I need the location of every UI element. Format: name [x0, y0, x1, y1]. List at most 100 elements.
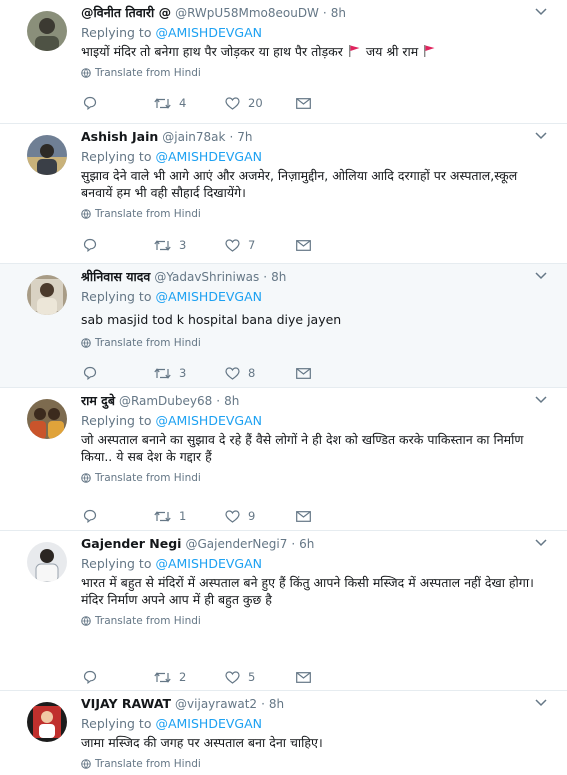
user-avatar[interactable]: [27, 11, 67, 51]
translate-link[interactable]: Translate from Hindi: [81, 757, 549, 771]
timestamp[interactable]: 8h: [331, 6, 346, 20]
envelope-icon: [296, 671, 311, 683]
replying-to: Replying to @AMISHDEVGAN: [81, 413, 549, 429]
like-button[interactable]: 20: [225, 96, 296, 110]
reply-button[interactable]: [83, 509, 154, 523]
chevron-down-icon[interactable]: [535, 539, 547, 547]
translate-label: Translate from Hindi: [95, 208, 201, 220]
tweet-text-line: जो अस्पताल बनाने का सुझाव दे रहे हैं वैस…: [81, 432, 524, 464]
retweet-icon: [154, 671, 171, 683]
retweet-button[interactable]: 3: [154, 238, 225, 252]
separator-dot: ·: [322, 6, 327, 20]
retweet-count: 1: [179, 509, 187, 523]
user-avatar[interactable]: [27, 702, 67, 742]
user-handle[interactable]: @jain78ak: [162, 130, 225, 144]
like-button[interactable]: 7: [225, 238, 296, 252]
tweet-text-line: सुझाव देने वाले भी आगे आएं और अजमेर, निज…: [81, 168, 518, 200]
translate-link[interactable]: Translate from Hindi: [81, 66, 549, 80]
timestamp[interactable]: 6h: [299, 537, 314, 551]
translate-link[interactable]: Translate from Hindi: [81, 471, 549, 485]
user-handle[interactable]: @YadavShriniwas: [154, 270, 259, 284]
separator-dot: ·: [263, 270, 268, 284]
message-button[interactable]: [296, 239, 316, 251]
retweet-button[interactable]: 3: [154, 366, 225, 380]
translate-label: Translate from Hindi: [95, 472, 201, 484]
tweet-text-line: जामा मस्जिद की जगह पर अस्पताल बना देना च…: [81, 735, 323, 750]
timestamp[interactable]: 8h: [269, 697, 284, 711]
display-name[interactable]: श्रीनिवास यादव: [81, 269, 150, 284]
mention-link[interactable]: @AMISHDEVGAN: [155, 716, 262, 731]
tweet[interactable]: Ashish Jain @jain78ak · 7h Replying to @…: [0, 124, 567, 264]
retweet-button[interactable]: 4: [154, 96, 225, 110]
user-avatar[interactable]: [27, 399, 67, 439]
display-name[interactable]: Ashish Jain: [81, 129, 158, 144]
tweet-text: सुझाव देने वाले भी आगे आएं और अजमेर, निज…: [81, 167, 549, 201]
tweet[interactable]: Gajender Negi @GajenderNegi7 · 6h Replyi…: [0, 531, 567, 691]
translate-link[interactable]: Translate from Hindi: [81, 614, 549, 628]
mention-link[interactable]: @AMISHDEVGAN: [155, 556, 262, 571]
display-name[interactable]: @विनीत तिवारी @: [81, 5, 171, 20]
display-name[interactable]: Gajender Negi: [81, 536, 181, 551]
message-button[interactable]: [296, 97, 316, 109]
tweet-header: Gajender Negi @GajenderNegi7 · 6h: [81, 536, 549, 552]
translate-link[interactable]: Translate from Hindi: [81, 336, 549, 350]
user-avatar[interactable]: [27, 275, 67, 315]
reply-button[interactable]: [83, 366, 154, 380]
mention-link[interactable]: @AMISHDEVGAN: [155, 413, 262, 428]
like-button[interactable]: 8: [225, 366, 296, 380]
reply-icon: [83, 238, 97, 252]
reply-button[interactable]: [83, 238, 154, 252]
envelope-icon: [296, 510, 311, 522]
chevron-down-icon[interactable]: [535, 396, 547, 404]
reply-button[interactable]: [83, 96, 154, 110]
replying-to-label: Replying to: [81, 716, 152, 731]
tweet[interactable]: @विनीत तिवारी @ @RWpU58Mmo8eouDW · 8h Re…: [0, 0, 567, 124]
translate-label: Translate from Hindi: [95, 67, 201, 79]
display-name[interactable]: राम दुबे: [81, 393, 115, 408]
separator-dot: ·: [216, 394, 221, 408]
user-handle[interactable]: @vijayrawat2: [175, 697, 257, 711]
reply-button[interactable]: [83, 670, 154, 684]
user-handle[interactable]: @RamDubey68: [119, 394, 212, 408]
display-name[interactable]: VIJAY RAWAT: [81, 696, 171, 711]
message-button[interactable]: [296, 510, 316, 522]
user-handle[interactable]: @RWpU58Mmo8eouDW: [175, 6, 319, 20]
mention-link[interactable]: @AMISHDEVGAN: [155, 289, 262, 304]
translate-label: Translate from Hindi: [95, 337, 201, 349]
flag-icon: [424, 45, 435, 57]
user-avatar[interactable]: [27, 542, 67, 582]
message-button[interactable]: [296, 367, 316, 379]
like-button[interactable]: 5: [225, 670, 296, 684]
timestamp[interactable]: 8h: [271, 270, 286, 284]
chevron-down-icon[interactable]: [535, 132, 547, 140]
chevron-down-icon[interactable]: [535, 272, 547, 280]
replying-to-label: Replying to: [81, 289, 152, 304]
like-button[interactable]: 9: [225, 509, 296, 523]
retweet-button[interactable]: 1: [154, 509, 225, 523]
user-handle[interactable]: @GajenderNegi7: [185, 537, 287, 551]
like-count: 8: [248, 366, 256, 380]
message-button[interactable]: [296, 671, 316, 683]
tweet-header: VIJAY RAWAT @vijayrawat2 · 8h: [81, 696, 549, 712]
tweet-text-line: sab masjid tod k hospital bana diye jaye…: [81, 312, 342, 327]
mention-link[interactable]: @AMISHDEVGAN: [155, 25, 262, 40]
user-avatar[interactable]: [27, 135, 67, 175]
retweet-button[interactable]: 2: [154, 670, 225, 684]
tweet[interactable]: VIJAY RAWAT @vijayrawat2 · 8h Replying t…: [0, 691, 567, 775]
tweet[interactable]: राम दुबे @RamDubey68 · 8h Replying to @A…: [0, 388, 567, 531]
tweet[interactable]: श्रीनिवास यादव @YadavShriniwas · 8h Repl…: [0, 264, 567, 388]
timestamp[interactable]: 7h: [237, 130, 252, 144]
translate-link[interactable]: Translate from Hindi: [81, 207, 549, 221]
chevron-down-icon[interactable]: [535, 8, 547, 16]
tweet-header: राम दुबे @RamDubey68 · 8h: [81, 393, 549, 409]
retweet-icon: [154, 367, 171, 379]
tweet-text: जो अस्पताल बनाने का सुझाव दे रहे हैं वैस…: [81, 431, 549, 465]
flag-icon: [348, 45, 360, 57]
chevron-down-icon[interactable]: [535, 699, 547, 707]
envelope-icon: [296, 367, 311, 379]
timestamp[interactable]: 8h: [224, 394, 239, 408]
mention-link[interactable]: @AMISHDEVGAN: [155, 149, 262, 164]
translate-label: Translate from Hindi: [95, 758, 201, 770]
reply-icon: [83, 509, 97, 523]
globe-icon: [81, 616, 91, 626]
